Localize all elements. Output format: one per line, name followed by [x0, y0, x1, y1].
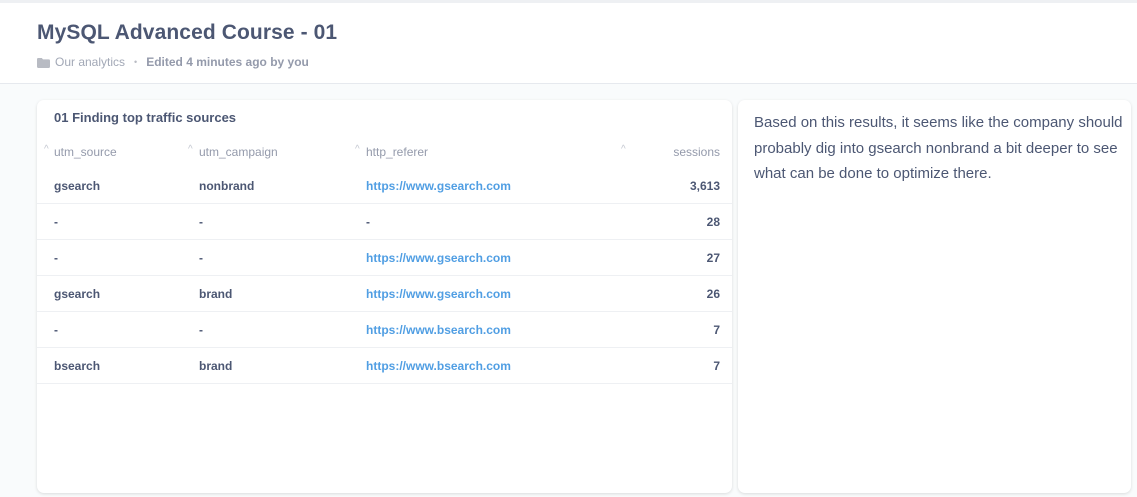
cell-utm-source[interactable]: gsearch	[54, 276, 100, 312]
cell-sessions: 28	[706, 215, 720, 229]
cell-utm-source[interactable]: -	[54, 240, 58, 276]
column-header-utm-source[interactable]: utm_source	[54, 140, 117, 164]
text-card-content: Based on this results, it seems like the…	[754, 114, 1123, 182]
table-row: gsearch brand https://www.gsearch.com 26	[37, 276, 732, 312]
table-header: ^ utm_source ^ utm_campaign ^ http_refer…	[37, 140, 732, 168]
cell-sessions: 27	[706, 251, 720, 265]
text-card: Based on this results, it seems like the…	[738, 100, 1131, 493]
collection-link[interactable]: Our analytics	[55, 55, 125, 69]
sort-icon[interactable]: ^	[188, 144, 193, 155]
results-table: ^ utm_source ^ utm_campaign ^ http_refer…	[37, 140, 732, 384]
cell-http-referer-link[interactable]: https://www.bsearch.com	[366, 348, 511, 384]
cell-sessions: 7	[713, 359, 720, 373]
cell-utm-source[interactable]: gsearch	[54, 168, 100, 204]
table-row: gsearch nonbrand https://www.gsearch.com…	[37, 168, 732, 204]
cell-utm-campaign[interactable]: brand	[199, 348, 232, 384]
dashboard-title[interactable]: MySQL Advanced Course - 01	[37, 21, 337, 45]
sort-icon[interactable]: ^	[621, 144, 626, 155]
last-edited-info[interactable]: Edited 4 minutes ago by you	[146, 55, 309, 69]
cell-utm-campaign[interactable]: brand	[199, 276, 232, 312]
sort-icon[interactable]: ^	[355, 144, 360, 155]
dashboard-header: MySQL Advanced Course - 01 Our analytics…	[0, 0, 1137, 84]
cell-sessions: 26	[706, 287, 720, 301]
table-card: 01 Finding top traffic sources ^ utm_sou…	[37, 100, 732, 493]
table-row: - - https://www.bsearch.com 7	[37, 312, 732, 348]
cell-utm-campaign[interactable]: -	[199, 204, 203, 240]
cell-sessions: 7	[713, 323, 720, 337]
table-row: - - https://www.gsearch.com 27	[37, 240, 732, 276]
dashboard-page: MySQL Advanced Course - 01 Our analytics…	[0, 0, 1137, 497]
table-row: - - - 28	[37, 204, 732, 240]
table-row: bsearch brand https://www.bsearch.com 7	[37, 348, 732, 384]
card-title[interactable]: 01 Finding top traffic sources	[54, 110, 236, 125]
cell-utm-campaign[interactable]: -	[199, 312, 203, 348]
column-header-sessions[interactable]: sessions	[673, 140, 720, 164]
cell-utm-source[interactable]: bsearch	[54, 348, 100, 384]
cell-utm-source[interactable]: -	[54, 312, 58, 348]
cell-http-referer[interactable]: -	[366, 204, 370, 240]
cell-utm-source[interactable]: -	[54, 204, 58, 240]
folder-icon	[37, 57, 50, 68]
cell-http-referer-link[interactable]: https://www.gsearch.com	[366, 168, 511, 204]
meta-separator: •	[134, 57, 138, 67]
cell-utm-campaign[interactable]: -	[199, 240, 203, 276]
cell-http-referer-link[interactable]: https://www.bsearch.com	[366, 312, 511, 348]
cell-http-referer-link[interactable]: https://www.gsearch.com	[366, 240, 511, 276]
sort-icon[interactable]: ^	[44, 144, 49, 155]
dashboard-meta: Our analytics • Edited 4 minutes ago by …	[37, 55, 309, 69]
column-header-utm-campaign[interactable]: utm_campaign	[199, 140, 278, 164]
cell-http-referer-link[interactable]: https://www.gsearch.com	[366, 276, 511, 312]
cell-utm-campaign[interactable]: nonbrand	[199, 168, 254, 204]
column-header-http-referer[interactable]: http_referer	[366, 140, 428, 164]
cell-sessions: 3,613	[689, 179, 720, 193]
